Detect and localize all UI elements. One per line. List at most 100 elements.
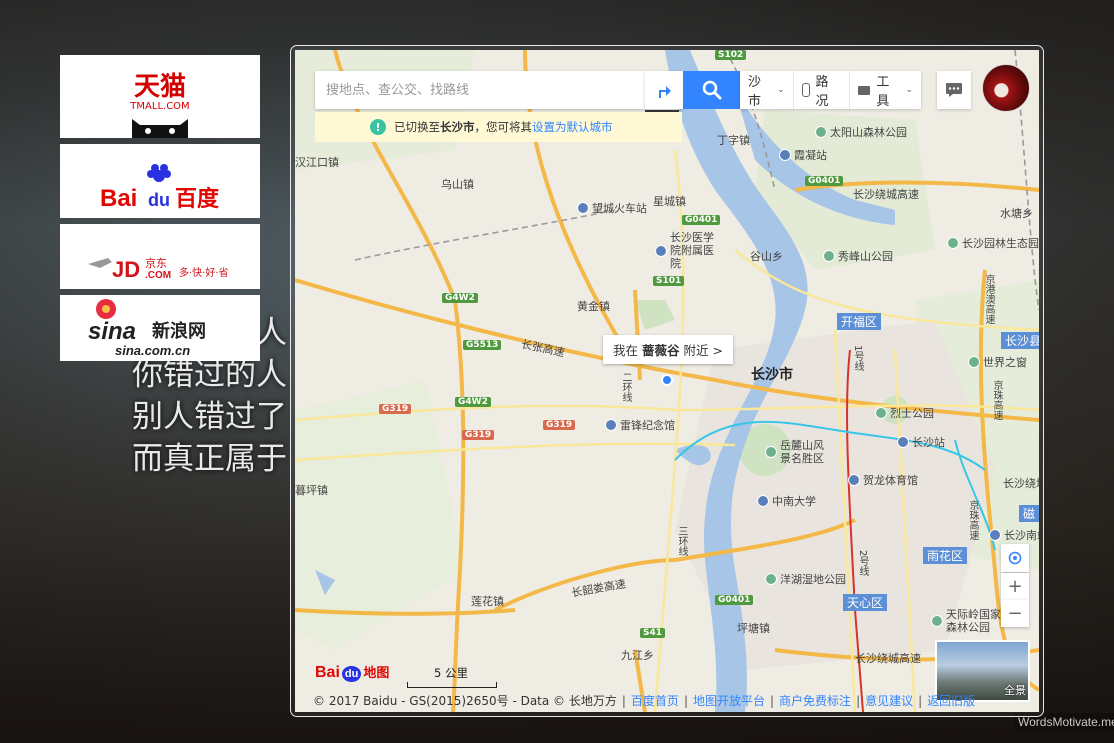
- footer-link[interactable]: 返回旧版: [927, 694, 975, 708]
- tools-button[interactable]: 工具 ⌄: [850, 71, 921, 109]
- search-box: [315, 71, 645, 109]
- town-label: 莲花镇: [471, 595, 504, 608]
- map-footer: © 2017 Baidu - GS(2015)2650号 - Data © 长地…: [313, 694, 976, 708]
- locate-button[interactable]: [1001, 544, 1029, 572]
- poi[interactable]: 长沙站: [897, 434, 945, 450]
- traffic-button[interactable]: 路况: [794, 71, 850, 109]
- town-label: 水塘乡: [1000, 207, 1033, 220]
- svg-text:Bai: Bai: [100, 185, 137, 212]
- map-toolbar: 沙市 ⌄ 路况 工具 ⌄: [740, 71, 921, 109]
- road-shield: G319: [462, 430, 495, 440]
- district-label[interactable]: 开福区: [837, 313, 882, 330]
- poi[interactable]: 霞凝站: [779, 147, 827, 163]
- district-label[interactable]: 磁: [1019, 505, 1039, 522]
- chat-bubble-icon: [946, 83, 962, 97]
- metro-label: 二环线: [620, 372, 631, 402]
- town-label: 黄金镇: [577, 300, 610, 313]
- jd-dog-icon: [88, 258, 112, 268]
- search-input[interactable]: [324, 71, 643, 109]
- park-pin-icon: [968, 356, 980, 368]
- poi[interactable]: 雷锋纪念馆: [605, 417, 675, 433]
- poi[interactable]: 秀峰山公园: [823, 248, 893, 264]
- svg-text:du: du: [148, 190, 170, 210]
- hospital-pin-icon: [655, 244, 667, 257]
- town-label: 谷山乡: [750, 250, 783, 263]
- zoom-in-button[interactable]: +: [1001, 573, 1029, 600]
- messages-button[interactable]: [937, 71, 971, 109]
- baidu-ad[interactable]: Bai du 百度: [60, 144, 260, 218]
- road-shield: G319: [379, 404, 412, 414]
- poi[interactable]: 中南大学: [757, 493, 816, 509]
- town-label: 汉江口镇: [295, 156, 339, 169]
- poi[interactable]: 太阳山森林公园: [815, 124, 907, 140]
- road-label: 长沙绕城高速: [853, 188, 919, 201]
- sina-ad[interactable]: sina 新浪网 sina.com.cn: [60, 295, 260, 361]
- district-label[interactable]: 长沙县: [1001, 332, 1039, 349]
- poi[interactable]: 望城火车站: [577, 200, 647, 216]
- station-pin-icon: [989, 529, 1001, 541]
- station-pin-icon: [577, 202, 589, 214]
- poi[interactable]: 贺龙体育馆: [848, 472, 918, 488]
- town-label: 丁字镇: [717, 134, 750, 147]
- park-pin-icon: [947, 237, 959, 249]
- poi[interactable]: 长沙园林生态园: [947, 235, 1039, 251]
- set-default-city-link[interactable]: 设置为默认城市: [532, 119, 613, 135]
- svg-text:sina.com.cn: sina.com.cn: [115, 343, 190, 358]
- chevron-down-icon: ⌄: [777, 85, 785, 95]
- footer-link[interactable]: 地图开放平台: [693, 694, 765, 708]
- park-pin-icon: [823, 250, 835, 262]
- poem-line: 别人错过了: [132, 399, 287, 435]
- poi[interactable]: 洋湖湿地公园: [765, 571, 846, 587]
- zoom-out-button[interactable]: −: [1001, 600, 1029, 627]
- info-icon: !: [370, 119, 386, 135]
- poi[interactable]: 岳麓山风景名胜区: [765, 439, 830, 465]
- city-selector[interactable]: 沙市 ⌄: [740, 71, 794, 109]
- scale-bar: 5 公里: [407, 665, 497, 688]
- panorama-label: 全景: [1004, 684, 1026, 697]
- traffic-light-icon: [801, 83, 810, 97]
- poi[interactable]: 长沙医学院附属医院: [655, 231, 718, 270]
- road-shield: S101: [653, 276, 685, 286]
- tmall-ad[interactable]: 天猫 TMALL.COM: [60, 55, 260, 138]
- road-shield: G0401: [682, 215, 721, 225]
- sina-logo: sina 新浪网 sina.com.cn: [88, 299, 206, 358]
- search-button[interactable]: [683, 71, 740, 109]
- station-pin-icon: [897, 436, 909, 448]
- station-pin-icon: [779, 149, 791, 161]
- road-label: 长沙绕城高速: [1003, 477, 1039, 490]
- poi[interactable]: 世界之窗: [968, 354, 1027, 370]
- jd-ad[interactable]: JD 京东 .COM 多·快·好·省: [60, 224, 260, 289]
- poi[interactable]: 烈士公园: [875, 405, 934, 421]
- town-label: 九江乡: [621, 649, 654, 662]
- baidu-map[interactable]: 长沙市 开福区 长沙县 雨花区 天心区 磁 乌山镇 星城镇 谷山乡 黄金镇 丁字…: [295, 50, 1039, 712]
- current-location-popup[interactable]: 我在 蔷薇谷 附近 >: [603, 335, 733, 364]
- road-shield: G319: [543, 420, 576, 430]
- museum-pin-icon: [605, 419, 617, 431]
- svg-text:新浪网: 新浪网: [152, 320, 206, 342]
- poi[interactable]: 天际岭国家森林公园: [931, 608, 1006, 634]
- footer-link[interactable]: 意见建议: [865, 694, 913, 708]
- route-icon: [659, 86, 671, 98]
- route-button[interactable]: [645, 71, 683, 109]
- svg-text:天猫: 天猫: [134, 72, 186, 102]
- road-shield: S41: [640, 628, 666, 638]
- park-pin-icon: [815, 126, 827, 138]
- jd-logo: JD 京东 .COM 多·快·好·省: [88, 256, 229, 282]
- user-avatar[interactable]: [982, 64, 1030, 112]
- locate-icon: [1008, 551, 1022, 565]
- stadium-pin-icon: [848, 474, 860, 486]
- poi[interactable]: 长沙南站: [989, 527, 1039, 543]
- svg-text:JD: JD: [112, 257, 140, 282]
- school-pin-icon: [757, 495, 769, 507]
- metro-label: 2号线: [857, 550, 868, 577]
- tmall-logo: 天猫 TMALL.COM: [129, 72, 190, 138]
- district-label[interactable]: 天心区: [843, 594, 888, 611]
- metro-label: 1号线: [852, 345, 863, 372]
- baidu-map-logo[interactable]: Bai du 地图: [315, 662, 389, 682]
- footer-link[interactable]: 百度首页: [631, 694, 679, 708]
- district-label[interactable]: 雨花区: [923, 547, 968, 564]
- toolbox-icon: [857, 85, 871, 95]
- park-pin-icon: [875, 407, 887, 419]
- poem-line: 而真正属于: [132, 441, 287, 477]
- footer-link[interactable]: 商户免费标注: [779, 694, 851, 708]
